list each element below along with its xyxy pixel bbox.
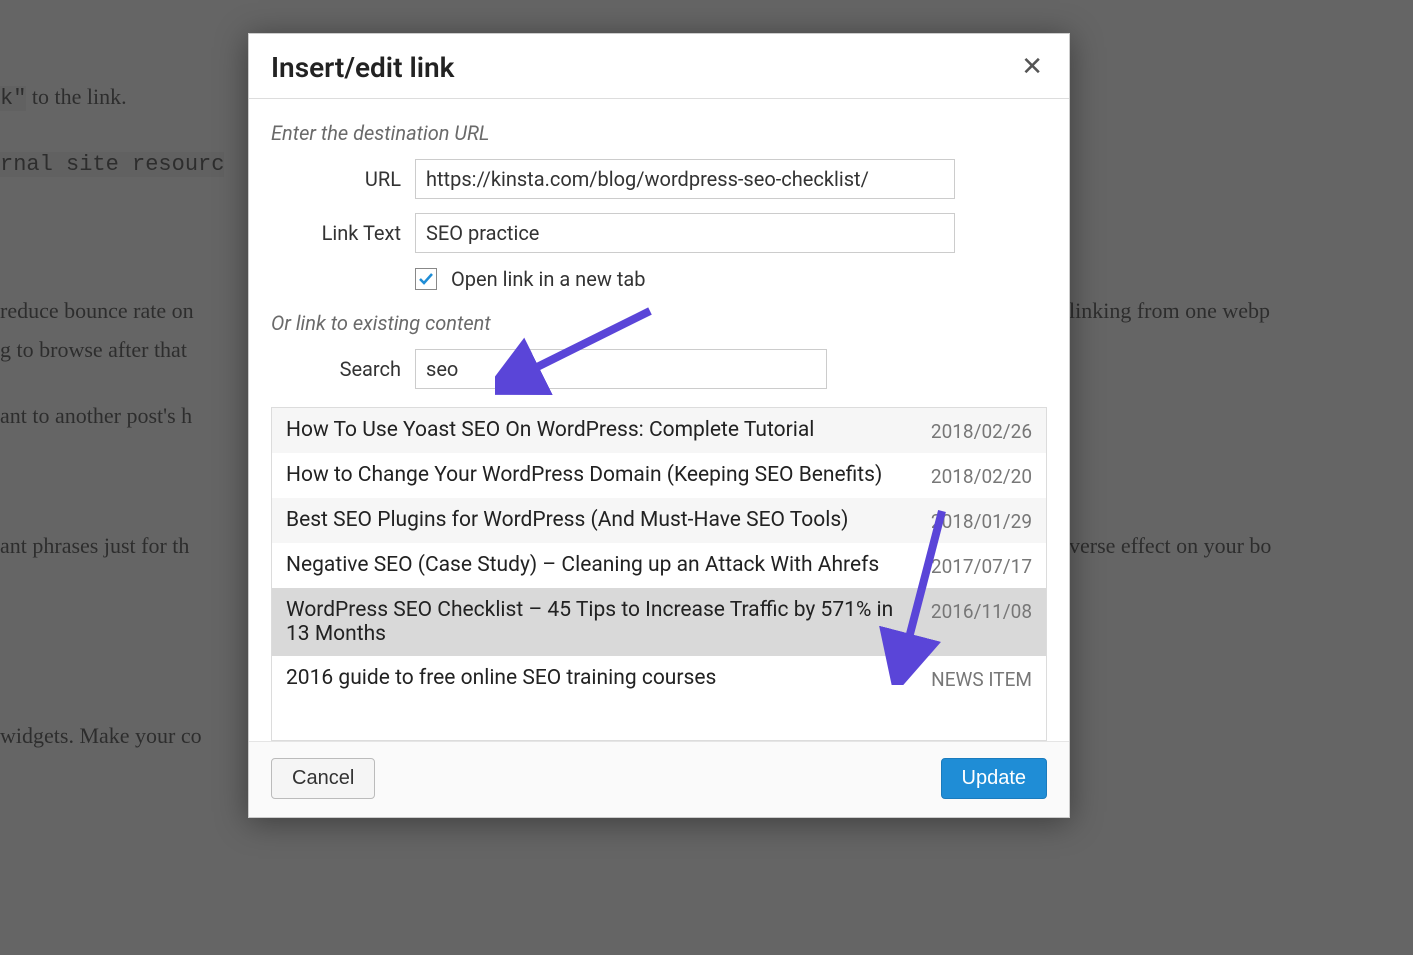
url-input[interactable] bbox=[415, 159, 955, 199]
result-meta: 2018/02/26 bbox=[931, 420, 1032, 443]
dialog-title: Insert/edit link bbox=[271, 51, 454, 84]
row-search: Search bbox=[271, 349, 1047, 389]
search-result-item[interactable]: Negative SEO (Case Study) – Cleaning up … bbox=[272, 543, 1046, 588]
open-new-tab-label: Open link in a new tab bbox=[451, 267, 645, 291]
row-url: URL bbox=[271, 159, 1047, 199]
result-title: How To Use Yoast SEO On WordPress: Compl… bbox=[286, 418, 913, 442]
checkmark-icon bbox=[418, 271, 434, 287]
url-label: URL bbox=[271, 167, 401, 191]
result-title: How to Change Your WordPress Domain (Kee… bbox=[286, 463, 913, 487]
section-destination-url: Enter the destination URL bbox=[271, 121, 1047, 145]
link-text-label: Link Text bbox=[271, 221, 401, 245]
link-text-input[interactable] bbox=[415, 213, 955, 253]
open-new-tab-checkbox[interactable] bbox=[415, 268, 437, 290]
search-result-item[interactable]: Best SEO Plugins for WordPress (And Must… bbox=[272, 498, 1046, 543]
result-title: Negative SEO (Case Study) – Cleaning up … bbox=[286, 553, 913, 577]
result-meta: NEWS ITEM bbox=[931, 668, 1032, 691]
dialog-body: Enter the destination URL URL Link Text … bbox=[249, 99, 1069, 741]
search-input[interactable] bbox=[415, 349, 827, 389]
result-meta: 2017/07/17 bbox=[931, 555, 1032, 578]
search-result-item[interactable]: How To Use Yoast SEO On WordPress: Compl… bbox=[272, 408, 1046, 453]
search-label: Search bbox=[271, 357, 401, 381]
row-link-text: Link Text bbox=[271, 213, 1047, 253]
dialog-header: Insert/edit link ✕ bbox=[249, 34, 1069, 99]
result-meta: 2018/01/29 bbox=[931, 510, 1032, 533]
dialog-footer: Cancel Update bbox=[249, 741, 1069, 817]
search-result-item[interactable]: WordPress SEO Checklist – 45 Tips to Inc… bbox=[272, 588, 1046, 656]
cancel-button[interactable]: Cancel bbox=[271, 758, 375, 799]
search-results-list[interactable]: How To Use Yoast SEO On WordPress: Compl… bbox=[271, 407, 1047, 741]
result-title: Best SEO Plugins for WordPress (And Must… bbox=[286, 508, 913, 532]
close-icon[interactable]: ✕ bbox=[1017, 50, 1047, 84]
result-meta: 2016/11/08 bbox=[931, 600, 1032, 623]
row-open-new-tab[interactable]: Open link in a new tab bbox=[415, 267, 1047, 291]
insert-link-dialog: Insert/edit link ✕ Enter the destination… bbox=[248, 33, 1070, 818]
result-title: WordPress SEO Checklist – 45 Tips to Inc… bbox=[286, 598, 913, 646]
search-result-item[interactable]: How to Change Your WordPress Domain (Kee… bbox=[272, 453, 1046, 498]
update-button[interactable]: Update bbox=[941, 758, 1048, 799]
result-meta: 2018/02/20 bbox=[931, 465, 1032, 488]
section-existing-content: Or link to existing content bbox=[271, 311, 1047, 335]
result-title: 2016 guide to free online SEO training c… bbox=[286, 666, 913, 690]
search-result-item[interactable]: 2016 guide to free online SEO training c… bbox=[272, 656, 1046, 701]
